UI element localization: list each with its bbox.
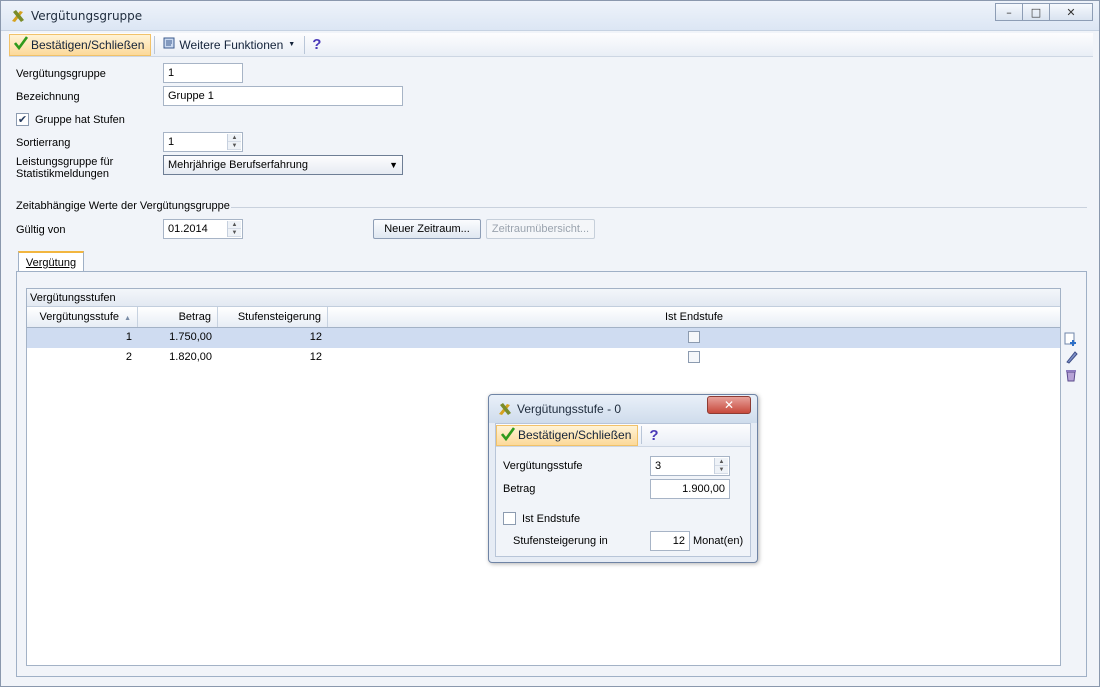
sortierrang-value: 1 bbox=[168, 136, 175, 148]
dialog-confirm-close-label: Bestätigen/Schließen bbox=[518, 428, 632, 442]
verguetungsgruppe-input[interactable]: 1 bbox=[163, 63, 243, 83]
dialog-confirm-close-button[interactable]: Bestätigen/Schließen bbox=[496, 424, 639, 446]
grid-header: Vergütungsstufe ▲ Betrag Stufensteigerun… bbox=[27, 307, 1060, 328]
header-stufensteigerung[interactable]: Stufensteigerung bbox=[218, 307, 328, 327]
dialog-stufe-label: Vergütungsstufe bbox=[503, 460, 583, 472]
help-icon: ? bbox=[649, 426, 659, 444]
restore-button[interactable]: □ bbox=[1022, 3, 1050, 21]
dialog-stufe-stepper[interactable]: 3 ▲ ▼ bbox=[650, 456, 730, 476]
minimize-button[interactable]: – bbox=[995, 3, 1023, 21]
leistungsgruppe-value: Mehrjährige Berufserfahrung bbox=[168, 159, 309, 171]
help-icon: ? bbox=[312, 36, 322, 53]
spin-down-icon[interactable]: ▼ bbox=[715, 466, 728, 474]
help-button[interactable]: ? bbox=[308, 34, 327, 56]
dialog-betrag-label: Betrag bbox=[503, 483, 536, 495]
gueltig-von-stepper[interactable]: 01.2014 ▲ ▼ bbox=[163, 219, 243, 239]
cell-endstufe bbox=[328, 328, 1060, 348]
cell-stufe: 1 bbox=[125, 331, 132, 343]
dialog-toolbar: Bestätigen/Schließen ? bbox=[496, 424, 750, 447]
header-ist-endstufe[interactable]: Ist Endstufe bbox=[328, 307, 1060, 327]
bezeichnung-label: Bezeichnung bbox=[16, 91, 80, 103]
dialog-stufe-value: 3 bbox=[655, 460, 662, 472]
cell-endstufe bbox=[328, 348, 1060, 368]
zeit-section-label: Zeitabhängige Werte der Vergütungsgruppe bbox=[16, 200, 230, 212]
grid-caption: Vergütungsstufen bbox=[27, 289, 1060, 307]
table-row[interactable]: 1 1.750,00 12 bbox=[27, 328, 1060, 348]
gueltig-von-value: 01.2014 bbox=[168, 223, 208, 235]
app-icon bbox=[11, 9, 25, 26]
section-divider bbox=[231, 207, 1087, 208]
dialog-body: Bestätigen/Schließen ? Vergütungsstufe 3… bbox=[495, 423, 751, 557]
cell-stufe: 2 bbox=[125, 351, 132, 363]
more-functions-button[interactable]: Weitere Funktionen ▼ bbox=[158, 34, 301, 56]
leistungsgruppe-select[interactable]: Mehrjährige Berufserfahrung ▼ bbox=[163, 155, 403, 175]
period-overview-button[interactable]: Zeitraumübersicht... bbox=[486, 219, 595, 239]
dialog-stufe-spin[interactable]: ▲ ▼ bbox=[714, 458, 728, 474]
sortierrang-stepper[interactable]: 1 ▲ ▼ bbox=[163, 132, 243, 152]
leistungsgruppe-label-line2: Statistikmeldungen bbox=[16, 168, 109, 180]
delete-icon[interactable] bbox=[1063, 366, 1079, 384]
checkmark-icon bbox=[13, 36, 29, 53]
table-row[interactable]: 2 1.820,00 12 bbox=[27, 348, 1060, 368]
chevron-down-icon: ▼ bbox=[389, 160, 398, 170]
spin-down-icon[interactable]: ▼ bbox=[228, 142, 241, 150]
cell-betrag: 1.820,00 bbox=[169, 351, 212, 363]
dialog-endstufe-checkbox[interactable] bbox=[503, 512, 516, 525]
sortierrang-spin[interactable]: ▲ ▼ bbox=[227, 134, 241, 150]
checkmark-icon bbox=[500, 426, 516, 444]
gruppe-hat-stufen-checkbox[interactable]: ✔ bbox=[16, 113, 29, 126]
dropdown-arrow-icon: ▼ bbox=[288, 41, 296, 48]
confirm-close-button[interactable]: Bestätigen/Schließen bbox=[9, 33, 152, 56]
endstufe-checkbox[interactable] bbox=[688, 331, 700, 343]
main-window: Vergütungsgruppe – □ ✕ Bestätigen/Schlie… bbox=[0, 0, 1100, 687]
dialog-steigerung-label: Stufensteigerung in bbox=[513, 535, 608, 547]
spin-up-icon[interactable]: ▲ bbox=[228, 221, 241, 229]
sort-asc-icon: ▲ bbox=[124, 315, 131, 322]
cell-steigerung: 12 bbox=[309, 351, 322, 363]
toolbar-separator bbox=[304, 35, 306, 54]
header-betrag[interactable]: Betrag bbox=[138, 307, 218, 327]
bezeichnung-input[interactable]: Gruppe 1 bbox=[163, 86, 403, 106]
grid-side-tools bbox=[1062, 330, 1080, 384]
dialog-title: Vergütungsstufe - 0 bbox=[517, 402, 622, 416]
close-button[interactable]: ✕ bbox=[1049, 3, 1093, 21]
leistungsgruppe-label-line1: Leistungsgruppe für bbox=[16, 156, 114, 168]
dialog-steigerung-unit: Monat(en) bbox=[693, 535, 744, 547]
verguetungsstufe-dialog: Vergütungsstufe - 0 ✕ Bestätigen/Schließ… bbox=[488, 394, 758, 563]
cell-betrag: 1.750,00 bbox=[169, 331, 212, 343]
toolbar-separator bbox=[154, 35, 156, 54]
new-period-button[interactable]: Neuer Zeitraum... bbox=[373, 219, 481, 239]
tab-verguetung[interactable]: Vergütung bbox=[18, 251, 84, 272]
window-title: Vergütungsgruppe bbox=[31, 9, 143, 23]
spin-up-icon[interactable]: ▲ bbox=[228, 134, 241, 142]
toolbar-separator bbox=[641, 426, 643, 444]
gruppe-hat-stufen-label: Gruppe hat Stufen bbox=[35, 114, 125, 126]
edit-icon[interactable] bbox=[1063, 348, 1079, 366]
dialog-help-button[interactable]: ? bbox=[645, 424, 664, 446]
dialog-close-button[interactable]: ✕ bbox=[707, 396, 751, 414]
scroll-icon bbox=[162, 36, 176, 53]
header-verguetungsstufe[interactable]: Vergütungsstufe ▲ bbox=[27, 307, 138, 327]
dialog-betrag-input[interactable]: 1.900,00 bbox=[650, 479, 730, 499]
spin-up-icon[interactable]: ▲ bbox=[715, 458, 728, 466]
gueltig-von-label: Gültig von bbox=[16, 224, 66, 236]
more-functions-label: Weitere Funktionen bbox=[179, 37, 284, 52]
endstufe-checkbox[interactable] bbox=[688, 351, 700, 363]
dialog-endstufe-label: Ist Endstufe bbox=[522, 513, 581, 525]
dialog-steigerung-input[interactable]: 12 bbox=[650, 531, 690, 551]
title-bar[interactable]: Vergütungsgruppe – □ ✕ bbox=[1, 1, 1099, 31]
spin-down-icon[interactable]: ▼ bbox=[228, 229, 241, 237]
header-verguetungsstufe-label: Vergütungsstufe bbox=[39, 311, 119, 323]
add-icon[interactable] bbox=[1063, 330, 1079, 348]
verguetungsgruppe-label: Vergütungsgruppe bbox=[16, 68, 106, 80]
dialog-title-bar[interactable]: Vergütungsstufe - 0 ✕ bbox=[489, 395, 757, 423]
confirm-close-label: Bestätigen/Schließen bbox=[31, 37, 145, 52]
cell-steigerung: 12 bbox=[309, 331, 322, 343]
toolbar: Bestätigen/Schließen Weitere Funktionen … bbox=[9, 33, 1093, 57]
sortierrang-label: Sortierrang bbox=[16, 137, 71, 149]
gueltig-von-spin[interactable]: ▲ ▼ bbox=[227, 221, 241, 237]
app-icon bbox=[498, 402, 512, 419]
